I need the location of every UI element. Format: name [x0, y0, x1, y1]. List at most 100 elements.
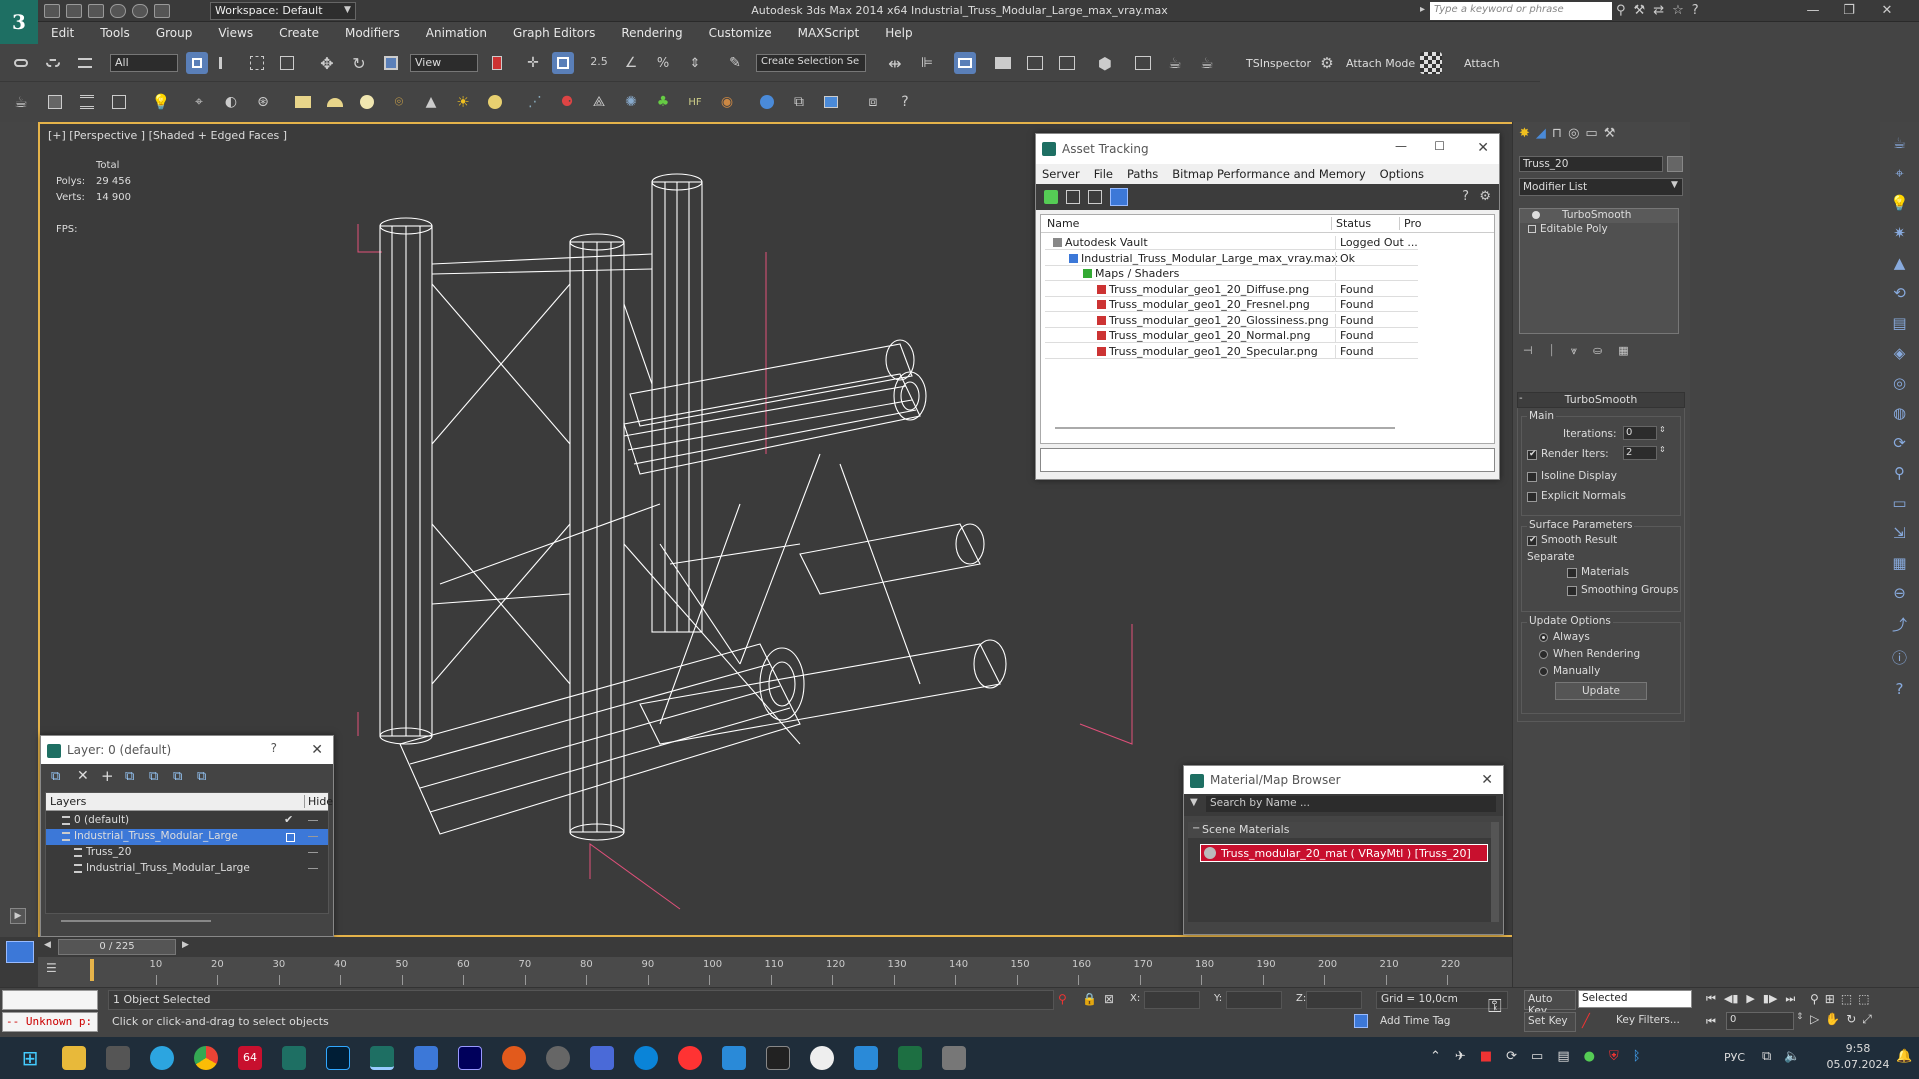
viewport-icon[interactable]: [756, 91, 778, 113]
add-time-tag[interactable]: Add Time Tag: [1380, 1015, 1450, 1027]
col-name[interactable]: Name: [1047, 217, 1079, 230]
menu-edit[interactable]: Edit: [38, 26, 87, 40]
material-browser-close-button[interactable]: ✕: [1481, 772, 1493, 788]
show-end-result-icon[interactable]: ⏐: [1549, 344, 1555, 358]
sun-tool-icon[interactable]: ✷: [1893, 224, 1906, 242]
hierarchy-tab-icon[interactable]: ⊓: [1552, 126, 1562, 146]
grid-icon[interactable]: [108, 91, 130, 113]
col-pro[interactable]: Pro: [1399, 217, 1421, 230]
smooth-result-checkbox[interactable]: [1527, 535, 1537, 546]
expand-icon[interactable]: [1528, 225, 1536, 233]
pan-icon[interactable]: ✋: [1825, 1012, 1840, 1027]
asset-row[interactable]: Truss_modular_geo1_20_Normal.png Found: [1045, 328, 1418, 343]
pin-tool-icon[interactable]: ⚲: [1894, 464, 1905, 482]
light-bulb-icon[interactable]: 💡: [150, 91, 172, 113]
asset-row[interactable]: Maps / Shaders: [1045, 266, 1418, 281]
object-color-swatch[interactable]: [1667, 156, 1683, 172]
maxscript-listener-input[interactable]: -- Unknown p:: [2, 1012, 98, 1032]
teapot-icon[interactable]: ☕: [10, 91, 32, 113]
badge-64-icon[interactable]: 64: [238, 1046, 262, 1070]
layer-scrollbar[interactable]: [45, 916, 329, 926]
bag-tool-icon[interactable]: ◈: [1894, 344, 1906, 362]
info-tool-icon[interactable]: ⓘ: [1892, 647, 1907, 668]
motion-tab-icon[interactable]: ◎: [1568, 126, 1579, 146]
binoculars-icon[interactable]: ⚲: [1616, 3, 1626, 18]
loop-tool-icon[interactable]: ⟳: [1893, 434, 1906, 452]
attach-button[interactable]: Attach: [1464, 57, 1500, 70]
modify-tab-icon[interactable]: ◢: [1536, 126, 1546, 146]
headphones-icon[interactable]: [810, 1046, 834, 1070]
fur-icon[interactable]: ✺: [620, 91, 642, 113]
unlink-icon[interactable]: [42, 52, 64, 74]
rectangle-selection-icon[interactable]: [246, 52, 268, 74]
ies-light-icon[interactable]: ⌾: [388, 91, 410, 113]
when-rendering-radio[interactable]: [1539, 650, 1548, 659]
ambient-light-icon[interactable]: [484, 91, 506, 113]
snaps-toggle-icon[interactable]: 2.5: [588, 50, 610, 72]
next-key-icon[interactable]: ▮▶: [1763, 992, 1778, 1006]
object-name-input[interactable]: Truss_20: [1519, 156, 1663, 172]
selection-filter-select[interactable]: All: [110, 54, 178, 72]
render-production-icon[interactable]: ☕: [1196, 52, 1218, 74]
help-icon[interactable]: ?: [1462, 189, 1469, 204]
zoom-icon[interactable]: ⚲: [1810, 992, 1819, 1006]
clock-time[interactable]: 9:58: [1828, 1042, 1888, 1055]
menu-help[interactable]: Help: [872, 26, 925, 40]
material-search-input[interactable]: Search by Name ...: [1206, 796, 1496, 812]
clock-date[interactable]: 05.07.2024: [1822, 1058, 1894, 1071]
task-view-icon[interactable]: [106, 1046, 130, 1070]
configure-modifiers-icon[interactable]: ▦: [1618, 344, 1628, 358]
menu-views[interactable]: Views: [205, 26, 266, 40]
play-icon[interactable]: ▶: [10, 908, 26, 924]
menu-rendering[interactable]: Rendering: [608, 26, 695, 40]
material-browser-titlebar[interactable]: Material/Map Browser ✕: [1184, 766, 1503, 794]
play-button-icon[interactable]: ▶: [1746, 992, 1754, 1006]
time-tag-icon[interactable]: [1354, 1014, 1368, 1028]
vray-icon[interactable]: ⊛: [252, 91, 274, 113]
menu-create[interactable]: Create: [266, 26, 332, 40]
frame-spin-icon[interactable]: ⇕: [1796, 1012, 1804, 1022]
options-chevron-icon[interactable]: ▼: [1190, 797, 1198, 808]
pivot-center-icon[interactable]: [486, 52, 508, 74]
light-tool-icon[interactable]: 💡: [1890, 194, 1909, 212]
zoom-all-icon[interactable]: ⊞: [1825, 992, 1835, 1006]
auto-key-button[interactable]: Auto Key: [1524, 990, 1576, 1017]
tray-card-icon[interactable]: ▤: [1557, 1049, 1569, 1064]
3dsmax-task-icon[interactable]: [282, 1046, 306, 1070]
iterations-spinner[interactable]: 0: [1623, 426, 1657, 440]
link-icon[interactable]: [10, 52, 32, 74]
menu-graph-editors[interactable]: Graph Editors: [500, 26, 608, 40]
steps-tool-icon[interactable]: ⤴: [1892, 614, 1907, 635]
hide-toggle[interactable]: [308, 820, 318, 821]
tray-shield-icon[interactable]: ⛨: [1609, 1049, 1619, 1064]
maximize-viewport-icon[interactable]: ⤢: [1862, 1012, 1872, 1027]
always-radio[interactable]: [1539, 633, 1548, 642]
asset-menu-options[interactable]: Options: [1380, 167, 1424, 181]
mini-curve-editor-icon[interactable]: [6, 941, 34, 963]
menu-animation[interactable]: Animation: [413, 26, 500, 40]
keyword-search-input[interactable]: Type a keyword or phrase: [1430, 2, 1612, 20]
material-editor-icon[interactable]: ⬢: [1094, 52, 1116, 74]
camera-app-icon[interactable]: [854, 1046, 878, 1070]
x-coordinate-input[interactable]: [1144, 991, 1200, 1009]
material-scrollbar[interactable]: [1491, 822, 1499, 922]
notifications-icon[interactable]: 🔔: [1896, 1049, 1912, 1064]
teapot-tool-icon[interactable]: ☕: [1893, 134, 1906, 152]
asset-path-field[interactable]: [1040, 448, 1495, 472]
file-explorer-icon[interactable]: [62, 1046, 86, 1070]
refresh-icon[interactable]: [1044, 190, 1058, 204]
proxy-icon[interactable]: ⋰: [524, 91, 546, 113]
update-button[interactable]: Update: [1555, 682, 1647, 700]
edit-named-selection-icon[interactable]: ✎: [724, 52, 746, 74]
orbit-icon[interactable]: ↻: [1846, 1012, 1856, 1027]
asset-maximize-button[interactable]: ☐: [1434, 139, 1445, 153]
book-tool-icon[interactable]: ▤: [1892, 314, 1906, 332]
bulb-icon[interactable]: [1532, 211, 1540, 219]
menu-tools[interactable]: Tools: [87, 26, 143, 40]
materials-checkbox[interactable]: [1567, 568, 1577, 578]
attach-mode-icon[interactable]: ⚙: [1316, 52, 1338, 74]
select-manipulate-icon[interactable]: ✛: [522, 52, 544, 74]
modifier-chevron-icon[interactable]: ▼: [1671, 180, 1678, 190]
track-bar[interactable]: ☰ 10 20 30 40 50 60 70 80 90 100 110 120 130 140 150 16…: [38, 957, 1512, 987]
maxscript-listener-top[interactable]: [2, 990, 98, 1010]
